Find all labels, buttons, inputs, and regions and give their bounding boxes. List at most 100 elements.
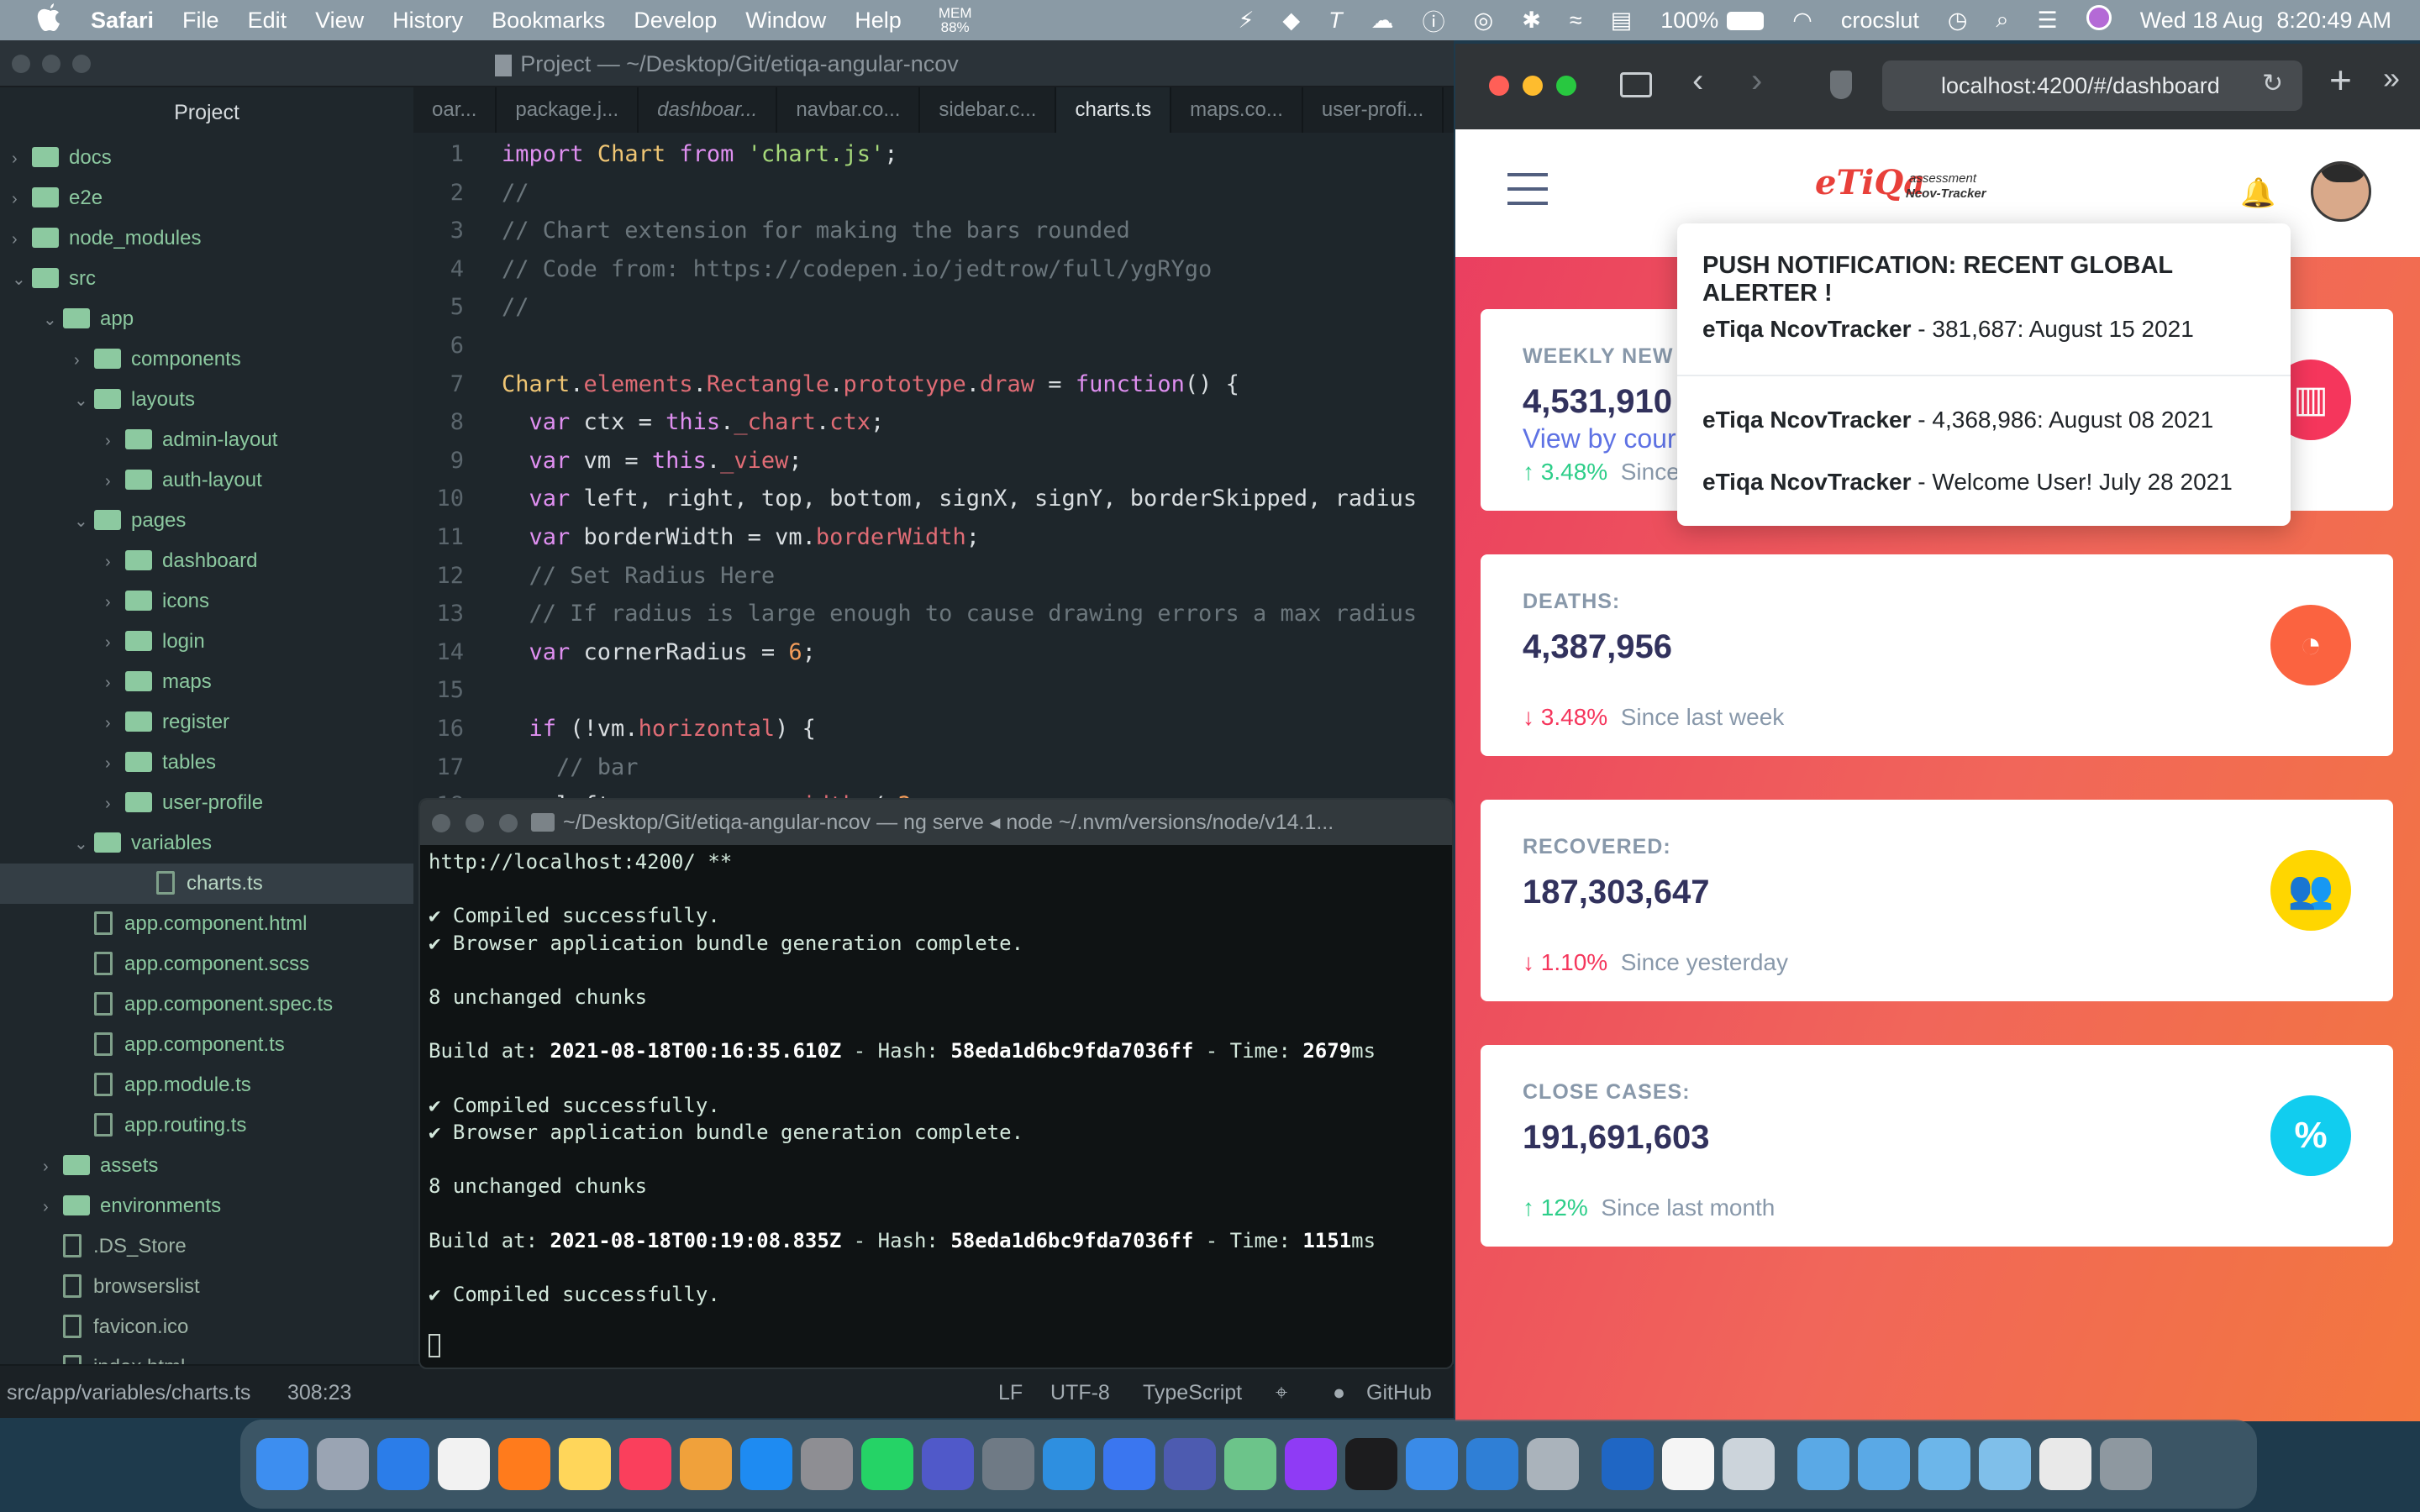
clock[interactable]: 8:20:49 AM <box>2276 8 2391 34</box>
disk-utility-icon[interactable] <box>1527 1438 1579 1490</box>
airdrop-icon[interactable]: ◎ <box>1474 8 1494 34</box>
tree-item-auth-layout[interactable]: › auth-layout <box>0 460 413 501</box>
chrome-icon[interactable] <box>438 1438 490 1490</box>
tree-item-icons[interactable]: › icons <box>0 581 413 622</box>
app-menu[interactable]: Safari <box>91 8 154 34</box>
launchpad-icon[interactable] <box>317 1438 369 1490</box>
finder-icon[interactable] <box>256 1438 308 1490</box>
code-line[interactable]: if (!vm.horizontal) { <box>502 716 816 742</box>
chevron-right-icon[interactable]: › <box>12 139 32 179</box>
menu-history[interactable]: History <box>392 8 463 34</box>
firefox-icon[interactable] <box>498 1438 550 1490</box>
wifi-icon[interactable]: ◠ <box>1792 8 1812 34</box>
tree-item-src[interactable]: ⌄ src <box>0 259 413 299</box>
chevron-right-icon[interactable]: › <box>105 703 125 743</box>
teams-icon[interactable] <box>922 1438 974 1490</box>
atom-icon[interactable] <box>1224 1438 1276 1490</box>
chevron-right-icon[interactable]: › <box>105 542 125 582</box>
tree-item-node-modules[interactable]: › node_modules <box>0 218 413 259</box>
control-center-icon[interactable]: ☰ <box>2038 8 2058 34</box>
tab-charts-ts[interactable]: charts.ts <box>1056 87 1172 133</box>
chevron-down-icon[interactable]: ⌄ <box>12 260 32 300</box>
tab-package-j-[interactable]: package.j... <box>497 87 639 133</box>
stack-icon[interactable] <box>2039 1438 2091 1490</box>
terminal-window[interactable]: ~/Desktop/Git/etiqa-angular-ncov — ng se… <box>418 798 1454 1369</box>
code-line[interactable]: // bar <box>502 754 639 780</box>
spotlight-search-icon[interactable]: ⌕ <box>1996 7 2008 34</box>
outlook-icon[interactable] <box>1602 1438 1654 1490</box>
chevron-right-icon[interactable]: › <box>43 1187 63 1227</box>
tree-item-login[interactable]: › login <box>0 622 413 662</box>
chevron-right-icon[interactable]: › <box>105 743 125 784</box>
terminal-minimize-button[interactable] <box>466 814 484 832</box>
tree-item-app-module-ts[interactable]: app.module.ts <box>0 1065 413 1105</box>
window-title-bar[interactable]: Project — ~/Desktop/Git/etiqa-angular-nc… <box>0 40 1454 87</box>
menu-window[interactable]: Window <box>745 8 826 34</box>
chevron-down-icon[interactable]: ⌄ <box>74 824 94 864</box>
tree-item-app[interactable]: ⌄ app <box>0 299 413 339</box>
time-machine-icon[interactable]: ◷ <box>1948 8 1968 34</box>
downloads-icon[interactable] <box>1858 1438 1910 1490</box>
tree-item-assets[interactable]: › assets <box>0 1146 413 1186</box>
code-line[interactable]: // Chart extension for making the bars r… <box>502 218 1130 244</box>
battery-icon[interactable] <box>1727 8 1765 34</box>
status-cursor-position[interactable]: 308:23 <box>287 1366 351 1420</box>
bolt-icon[interactable]: ⚡ <box>1238 8 1254 34</box>
menu-view[interactable]: View <box>315 8 364 34</box>
terminal-icon[interactable] <box>1345 1438 1397 1490</box>
whatsapp-icon[interactable] <box>861 1438 913 1490</box>
bluetooth-icon[interactable]: ✱ <box>1522 8 1541 34</box>
menu-file[interactable]: File <box>182 8 219 34</box>
chevron-right-icon[interactable]: › <box>12 179 32 219</box>
status-encoding[interactable]: UTF-8 <box>1050 1366 1110 1420</box>
hamburger-menu-icon[interactable] <box>1507 173 1548 205</box>
tab-maps-co-[interactable]: maps.co... <box>1171 87 1303 133</box>
privacy-shield-icon[interactable] <box>1830 71 1852 99</box>
notification-item[interactable]: eTiqa NcovTracker - 4,368,986: August 08… <box>1702 407 2213 433</box>
accessibility-icon[interactable]: ⓘ <box>1423 4 1445 37</box>
apple-menu-icon[interactable] <box>37 3 62 38</box>
chevron-right-icon[interactable]: › <box>74 340 94 381</box>
notification-bell-icon[interactable]: 🔔 <box>2240 176 2275 210</box>
menu-bookmarks[interactable]: Bookmarks <box>492 8 605 34</box>
user-menu[interactable]: crocslut <box>1841 8 1919 34</box>
tab-oar-[interactable]: oar... <box>413 87 497 133</box>
new-tab-icon[interactable]: + <box>2329 57 2352 102</box>
tree-item-dashboard[interactable]: › dashboard <box>0 541 413 581</box>
tree-item-variables[interactable]: ⌄ variables <box>0 823 413 864</box>
tableplus-icon[interactable] <box>982 1438 1034 1490</box>
tab-user-profi-[interactable]: user-profi... <box>1303 87 1444 133</box>
status-file-path[interactable]: src/app/variables/charts.ts <box>7 1366 250 1420</box>
code-line[interactable]: var vm = this._view; <box>502 448 802 474</box>
tree-item-register[interactable]: › register <box>0 702 413 743</box>
tree-item-environments[interactable]: › environments <box>0 1186 413 1226</box>
notes-icon[interactable] <box>559 1438 611 1490</box>
zoom-window-button[interactable] <box>72 55 91 73</box>
safari-zoom-button[interactable] <box>1556 76 1576 96</box>
preview-icon[interactable] <box>1723 1438 1775 1490</box>
tree-item-e2e[interactable]: › e2e <box>0 178 413 218</box>
chevron-right-icon[interactable]: › <box>105 582 125 622</box>
code-line[interactable]: // <box>502 294 529 320</box>
tree-item-user-profile[interactable]: › user-profile <box>0 783 413 823</box>
card-link[interactable]: View by cour <box>1523 423 1676 454</box>
vscode-icon[interactable] <box>1043 1438 1095 1490</box>
calendar-icon[interactable]: ▤ <box>1611 8 1633 34</box>
terminal-close-button[interactable] <box>432 814 450 832</box>
date[interactable]: Wed 18 Aug <box>2140 8 2264 34</box>
phpstorm-icon[interactable] <box>1285 1438 1337 1490</box>
status-grammar[interactable]: TypeScript <box>1143 1366 1242 1420</box>
notification-item[interactable]: eTiqa NcovTracker - Welcome User! July 2… <box>1702 469 2233 496</box>
screenshots-icon[interactable] <box>1979 1438 2031 1490</box>
simulator-icon[interactable] <box>1466 1438 1518 1490</box>
tree-item-browserslist[interactable]: browserslist <box>0 1267 413 1307</box>
code-line[interactable]: Chart.elements.Rectangle.prototype.draw … <box>502 371 1239 397</box>
github-icon[interactable]: ● <box>1333 1366 1345 1420</box>
tree-item-app-component-html[interactable]: app.component.html <box>0 904 413 944</box>
tree-item-app-component-ts[interactable]: app.component.ts <box>0 1025 413 1065</box>
folder-icon[interactable] <box>1797 1438 1849 1490</box>
system-preferences-icon[interactable] <box>801 1438 853 1490</box>
code-line[interactable]: var left, right, top, bottom, signX, sig… <box>502 486 1418 512</box>
chevron-right-icon[interactable]: › <box>12 219 32 260</box>
tree-item-maps[interactable]: › maps <box>0 662 413 702</box>
